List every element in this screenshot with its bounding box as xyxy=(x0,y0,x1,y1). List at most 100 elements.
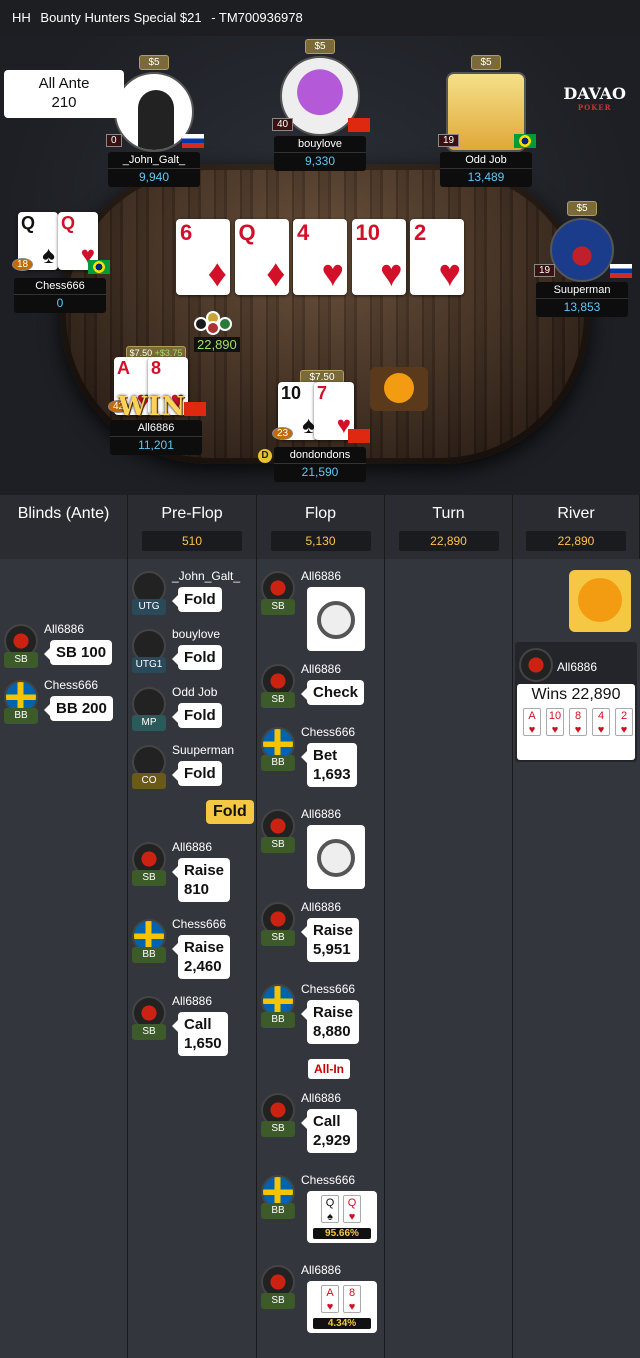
dealer-button: D xyxy=(258,449,272,463)
action-bubble: Raise 5,951 xyxy=(300,918,360,962)
column-header: River 22,890 xyxy=(513,495,640,559)
emoji-button[interactable] xyxy=(370,367,428,411)
player-name: dondondons xyxy=(274,447,366,463)
player-name: Suuperman xyxy=(536,282,628,298)
action-bubble: Fold xyxy=(172,761,222,786)
column-header: Pre-Flop 510 xyxy=(128,495,257,559)
position-badge: SB xyxy=(261,930,295,946)
position-badge: BB xyxy=(261,1012,295,1028)
board-card: 10 ♥ xyxy=(351,219,406,295)
level-badge: 18 xyxy=(12,258,34,271)
showdown-hand: A ♥ 8 ♥ 4.34% xyxy=(307,1281,377,1333)
action-bubble: Bet 1,693 xyxy=(301,743,357,787)
board-card: 6 ♦ xyxy=(176,219,230,295)
mini-card: 8 ♥ xyxy=(569,708,587,736)
position-badge: UTG xyxy=(132,599,166,615)
mini-card: 8 ♥ xyxy=(343,1285,361,1313)
player-name: All6886 xyxy=(301,662,342,676)
action-bubble: Raise 8,880 xyxy=(300,1000,360,1044)
level-badge: 40 xyxy=(272,118,294,131)
seat-suuperman[interactable]: $5 19 Suuperman 13,853 xyxy=(534,198,632,317)
level-badge: 0 xyxy=(106,134,122,147)
russia-flag-icon xyxy=(610,264,632,278)
player-name: Odd Job xyxy=(440,152,532,168)
player-name: All6886 xyxy=(301,569,342,583)
mini-card: A ♥ xyxy=(321,1285,339,1313)
brazil-flag-icon xyxy=(88,260,110,274)
bet-chip: $5 xyxy=(471,55,501,70)
level-badge: 23 xyxy=(272,427,294,440)
win-label: WIN xyxy=(118,392,187,422)
player-name: All6886 xyxy=(172,994,213,1008)
winner-name: All6886 xyxy=(557,660,598,674)
player-name: All6886 xyxy=(301,1091,342,1105)
bet-chip: $5 xyxy=(305,39,335,54)
action-bubble: Fold xyxy=(172,587,222,612)
wins-label: Wins 22,890 xyxy=(531,686,621,703)
action-bubble: Call 1,650 xyxy=(172,1012,228,1056)
header-bar: HH Bounty Hunters Special $21 - TM700936… xyxy=(0,0,640,36)
position-badge: BB xyxy=(4,708,38,724)
brazil-flag-icon xyxy=(514,134,536,148)
player-name: bouylove xyxy=(274,136,366,152)
mini-card: Q ♥ xyxy=(343,1195,361,1223)
player-name: bouylove xyxy=(172,627,221,641)
player-name: Chess666 xyxy=(14,278,106,294)
angry-face-icon xyxy=(384,373,414,403)
equity-percent: 4.34% xyxy=(313,1318,371,1329)
player-name: _John_Galt_ xyxy=(108,152,200,168)
player-name: All6886 xyxy=(44,622,85,636)
player-name: All6886 xyxy=(172,840,213,854)
player-name: All6886 xyxy=(301,807,342,821)
position-badge: SB xyxy=(261,692,295,708)
column-header: Flop 5,130 xyxy=(257,495,385,559)
mini-card: A ♥ xyxy=(523,708,541,736)
bet-chip: $5 xyxy=(139,55,169,70)
showdown-hand: Q ♠ Q ♥ 95.66% xyxy=(307,1191,377,1243)
seat-all6886-plate[interactable]: 42 All6886 11,201 xyxy=(108,400,206,455)
tournament-title: Bounty Hunters Special $21 xyxy=(40,10,202,25)
action-bubble: Fold xyxy=(172,645,222,670)
action-bubble: Raise 2,460 xyxy=(171,935,231,979)
china-flag-icon xyxy=(184,402,206,416)
avatar xyxy=(519,648,553,682)
level-badge: 19 xyxy=(438,134,460,147)
action-bubble: BB 200 xyxy=(44,696,113,721)
player-name: Suuperman xyxy=(172,743,235,757)
board-card: Q ♦ xyxy=(234,219,289,295)
player-stack: 0 xyxy=(14,294,106,313)
player-stack: 13,853 xyxy=(536,298,628,317)
avatar xyxy=(550,218,614,282)
angry-face-icon xyxy=(578,578,622,622)
player-name: _John_Galt_ xyxy=(172,569,241,583)
position-badge: MP xyxy=(132,715,166,731)
emoji-reaction xyxy=(569,570,631,632)
action-bubble: Fold xyxy=(172,703,222,728)
position-badge: SB xyxy=(132,870,166,886)
bet-chip: $5 xyxy=(567,201,597,216)
mini-card: 2 ♥ xyxy=(615,708,633,736)
player-name: All6886 xyxy=(301,1263,342,1277)
russia-flag-icon xyxy=(182,134,204,148)
player-stack: 13,489 xyxy=(440,168,532,187)
seat-odd-job[interactable]: $5 19 Odd Job 13,489 xyxy=(438,52,536,187)
player-name: All6886 xyxy=(110,420,202,436)
position-badge: SB xyxy=(4,652,38,668)
column-header: Blinds (Ante) xyxy=(0,495,128,559)
seat-chess666[interactable]: 18 Chess666 0 xyxy=(12,258,110,313)
turn-column xyxy=(385,559,513,1358)
player-name: Chess666 xyxy=(44,678,99,692)
position-badge: BB xyxy=(132,947,166,963)
level-badge: 19 xyxy=(534,264,556,277)
pot-chips-icon xyxy=(190,305,240,337)
game-code: HH xyxy=(12,10,31,25)
timeout-clock-icon xyxy=(307,825,365,889)
seat-dondondons-plate[interactable]: 23 dondondons 21,590 xyxy=(272,427,370,482)
action-bubble: Raise 810 xyxy=(171,858,231,902)
tournament-id: - TM700936978 xyxy=(211,10,303,25)
player-name: Odd Job xyxy=(172,685,218,699)
mini-card: Q ♠ xyxy=(321,1195,339,1223)
player-stack: 11,201 xyxy=(110,436,202,455)
seat-bouylove[interactable]: $5 40 bouylove 9,330 xyxy=(272,36,370,171)
china-flag-icon xyxy=(348,118,370,132)
